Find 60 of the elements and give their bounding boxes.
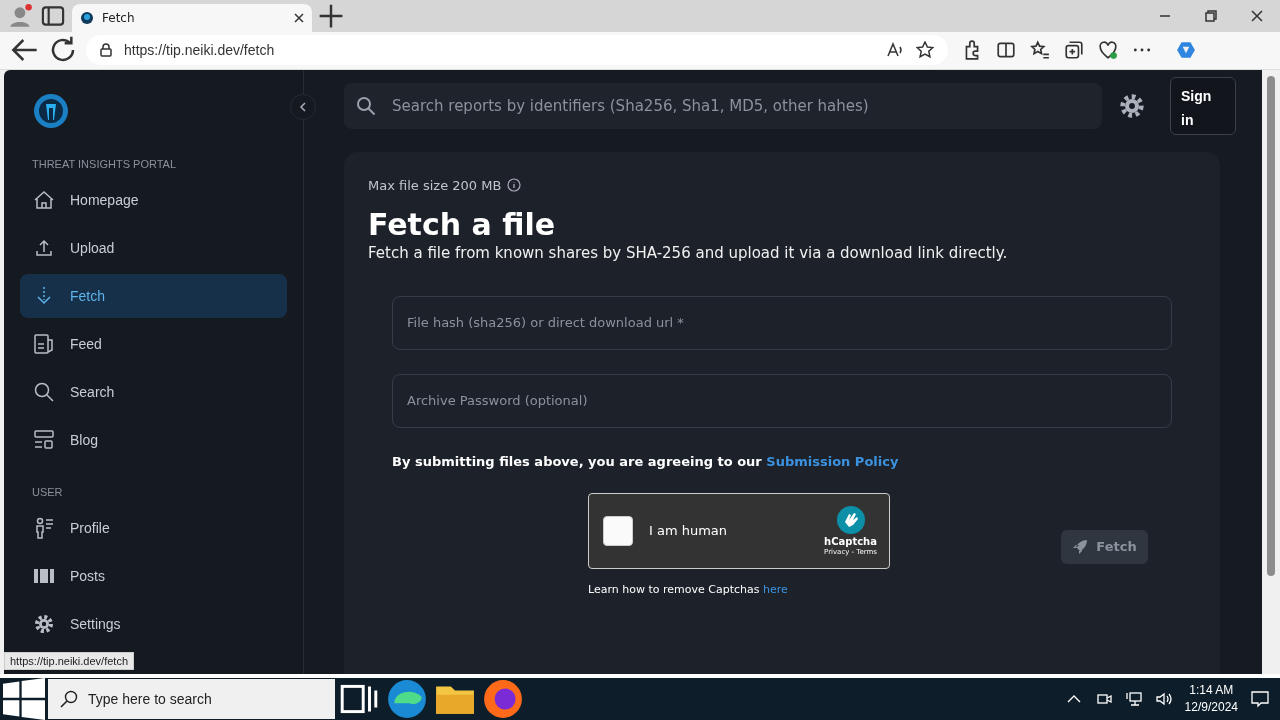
- policy-text: By submitting files above, you are agreeing to our Submission Policy: [392, 453, 900, 469]
- site-icon: [80, 10, 94, 25]
- restore-icon[interactable]: [1205, 9, 1217, 22]
- nav-item[interactable]: Upload: [20, 225, 287, 270]
- file-size-note: Max file size 200 MB: [368, 177, 502, 193]
- read-aloud-icon[interactable]: [886, 42, 904, 59]
- clock-date[interactable]: 12/9/2024: [1184, 699, 1238, 716]
- nav-item[interactable]: Fetch: [20, 273, 287, 318]
- profile-icon[interactable]: [8, 2, 34, 29]
- address-bar[interactable]: https://tip.neiki.dev/fetch: [86, 35, 948, 66]
- nav-item[interactable]: Search: [20, 369, 287, 414]
- windows-icon[interactable]: [0, 678, 48, 720]
- collapse-button[interactable]: [290, 93, 316, 120]
- search-field[interactable]: Search reports by identifiers (Sha256, Sha1, MD5, other hahes): [344, 82, 1102, 129]
- lock-icon: [100, 43, 112, 58]
- help-link[interactable]: here: [762, 582, 788, 596]
- taskbar-search[interactable]: Type here to search: [48, 679, 335, 719]
- input-field[interactable]: Archive Password (optional): [392, 373, 1172, 428]
- page-subtitle: Fetch a file from known shares by SHA-256 and upload it via a download link directly.: [368, 243, 1009, 262]
- policy-link[interactable]: Submission Policy: [766, 453, 899, 469]
- collections-icon[interactable]: [1064, 40, 1084, 61]
- blog-icon: [32, 427, 56, 452]
- captcha-brand: hCaptcha: [824, 536, 877, 548]
- favorites-icon[interactable]: [1030, 40, 1050, 61]
- browser-tab[interactable]: Fetch: [72, 3, 312, 32]
- rocket-icon: [1072, 538, 1089, 555]
- nav-item[interactable]: Settings: [20, 601, 287, 646]
- logo-icon: [32, 91, 70, 130]
- clock-time[interactable]: 1:14 AM: [1184, 682, 1238, 699]
- section-heading: THREAT INSIGHTS PORTAL: [32, 157, 178, 170]
- status-url: https://tip.neiki.dev/fetch: [4, 652, 134, 670]
- search-icon: [60, 690, 78, 708]
- info-icon[interactable]: [507, 178, 522, 193]
- captcha-label: I am human: [649, 523, 729, 539]
- close-icon[interactable]: [294, 12, 304, 23]
- split-screen-icon[interactable]: [996, 40, 1016, 61]
- search-icon: [356, 95, 376, 116]
- nav-item[interactable]: Homepage: [20, 177, 287, 222]
- new-tab-icon[interactable]: [318, 2, 344, 29]
- nav-item[interactable]: Profile: [20, 505, 287, 550]
- star-icon[interactable]: [916, 41, 934, 60]
- nav-item[interactable]: Blog: [20, 417, 287, 462]
- captcha-help-text: Learn how to remove Captchas here: [588, 582, 789, 596]
- sign-in-button[interactable]: Sign in: [1170, 76, 1236, 135]
- hand-icon: [835, 505, 866, 536]
- health-icon[interactable]: [1098, 40, 1118, 61]
- notifications-icon[interactable]: [1250, 689, 1270, 709]
- settings-icon[interactable]: [1118, 91, 1146, 120]
- url-text: https://tip.neiki.dev/fetch: [124, 42, 276, 59]
- section-heading: USER: [32, 485, 64, 498]
- volume-icon[interactable]: [1154, 690, 1173, 708]
- input-field[interactable]: File hash (sha256) or direct download url *: [392, 295, 1172, 350]
- network-icon[interactable]: [1124, 690, 1143, 708]
- nav-item[interactable]: Posts: [20, 553, 287, 598]
- page-title: Fetch a file: [368, 206, 557, 242]
- close-icon[interactable]: [1251, 9, 1263, 22]
- captcha-checkbox[interactable]: [603, 515, 633, 546]
- nav-item[interactable]: Feed: [20, 321, 287, 366]
- chevron-left-icon: [299, 101, 307, 112]
- feed-icon: [32, 331, 56, 356]
